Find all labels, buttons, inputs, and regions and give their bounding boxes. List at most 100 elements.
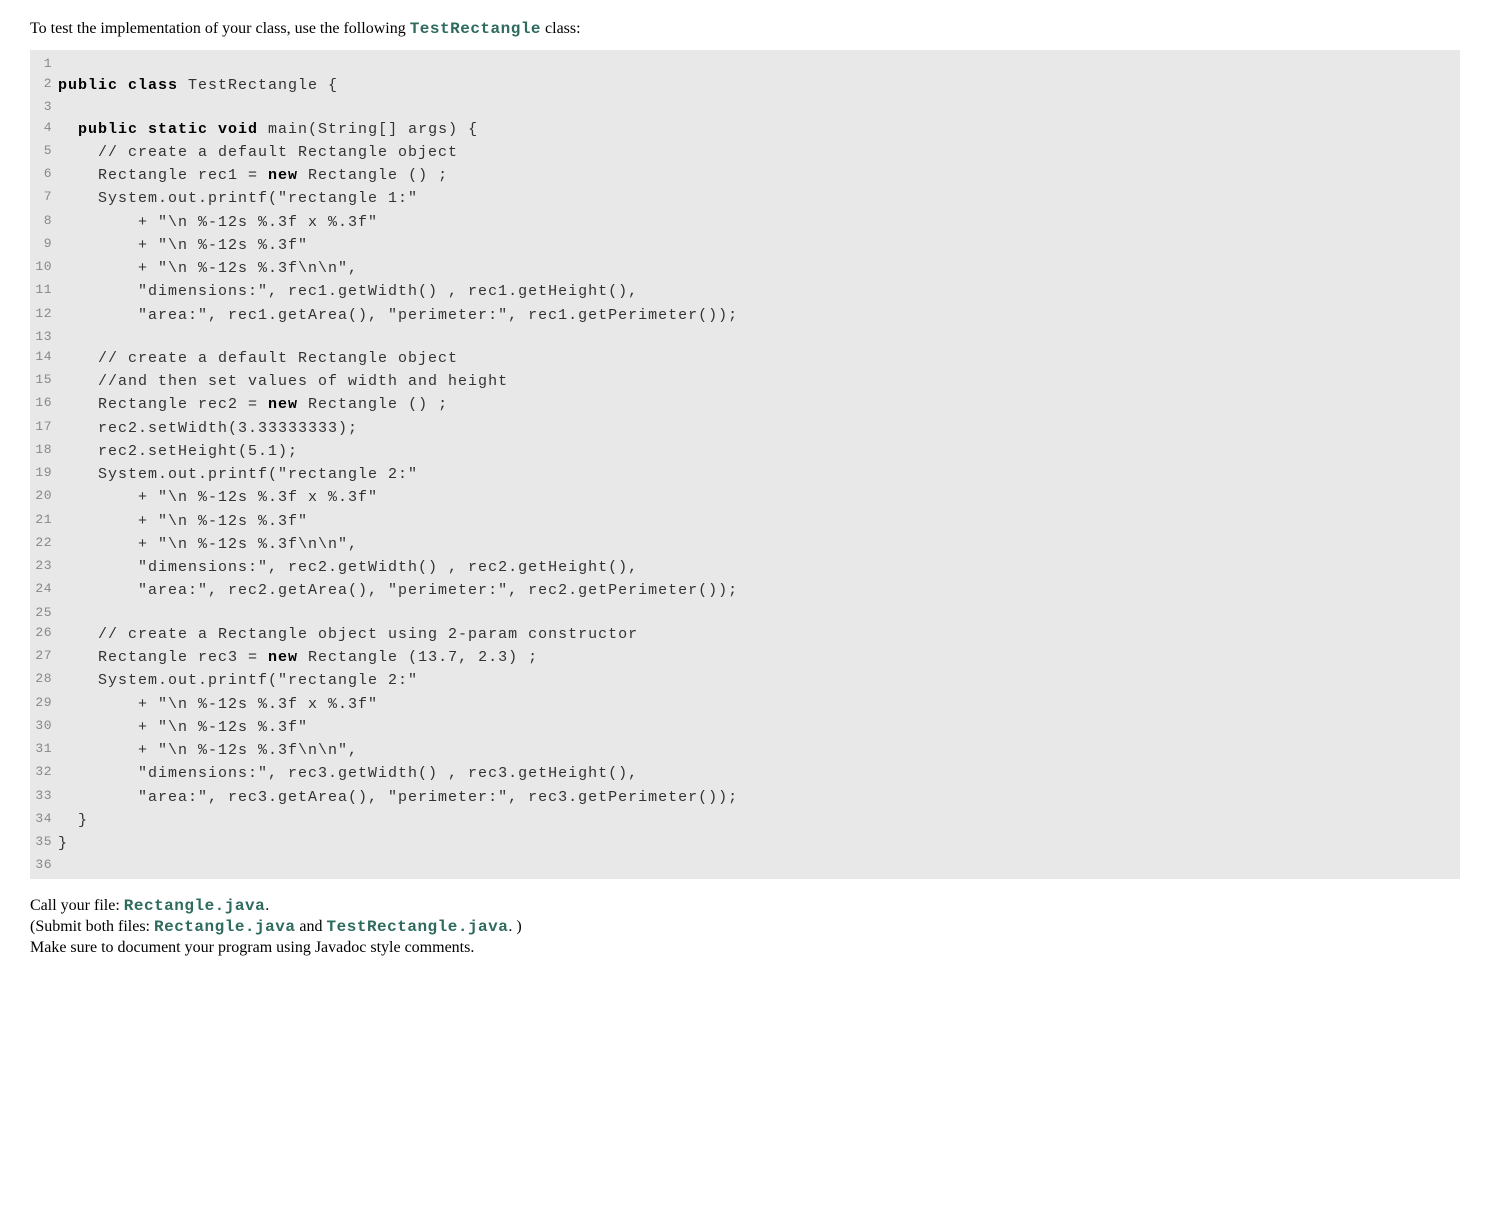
code-content [58, 54, 1460, 74]
code-line: 22 + "\n %-12s %.3f\n\n", [30, 533, 1460, 556]
code-line: 7 System.out.printf("rectangle 1:" [30, 187, 1460, 210]
code-content [58, 327, 1460, 347]
code-line: 9 + "\n %-12s %.3f" [30, 234, 1460, 257]
code-line: 28 System.out.printf("rectangle 2:" [30, 669, 1460, 692]
code-line: 1 [30, 54, 1460, 74]
line-number: 11 [30, 280, 58, 303]
line-number: 5 [30, 141, 58, 164]
code-content: } [58, 809, 1460, 832]
code-line: 19 System.out.printf("rectangle 2:" [30, 463, 1460, 486]
code-content: "dimensions:", rec2.getWidth() , rec2.ge… [58, 556, 1460, 579]
code-line: 35} [30, 832, 1460, 855]
outro-line2-suffix: . ) [508, 918, 521, 935]
code-line: 26 // create a Rectangle object using 2-… [30, 623, 1460, 646]
line-number: 12 [30, 304, 58, 327]
code-content [58, 97, 1460, 117]
code-content: // create a default Rectangle object [58, 141, 1460, 164]
outro-line3: Make sure to document your program using… [30, 939, 1460, 957]
intro-text: To test the implementation of your class… [30, 20, 1460, 38]
outro-line2-file1: Rectangle.java [154, 918, 295, 936]
code-content: Rectangle rec3 = new Rectangle (13.7, 2.… [58, 646, 1460, 669]
code-line: 16 Rectangle rec2 = new Rectangle () ; [30, 393, 1460, 416]
code-content: + "\n %-12s %.3f\n\n", [58, 257, 1460, 280]
line-number: 21 [30, 510, 58, 533]
line-number: 25 [30, 603, 58, 623]
code-line: 6 Rectangle rec1 = new Rectangle () ; [30, 164, 1460, 187]
line-number: 34 [30, 809, 58, 832]
line-number: 28 [30, 669, 58, 692]
code-content: System.out.printf("rectangle 2:" [58, 669, 1460, 692]
line-number: 23 [30, 556, 58, 579]
intro-classname: TestRectangle [410, 20, 541, 38]
code-content: "area:", rec2.getArea(), "perimeter:", r… [58, 579, 1460, 602]
code-line: 3 [30, 97, 1460, 117]
intro-suffix: class: [541, 20, 581, 37]
line-number: 1 [30, 54, 58, 74]
line-number: 27 [30, 646, 58, 669]
code-line: 27 Rectangle rec3 = new Rectangle (13.7,… [30, 646, 1460, 669]
line-number: 32 [30, 762, 58, 785]
line-number: 33 [30, 786, 58, 809]
line-number: 19 [30, 463, 58, 486]
code-content: + "\n %-12s %.3f x %.3f" [58, 211, 1460, 234]
code-line: 32 "dimensions:", rec3.getWidth() , rec3… [30, 762, 1460, 785]
code-line: 20 + "\n %-12s %.3f x %.3f" [30, 486, 1460, 509]
line-number: 14 [30, 347, 58, 370]
line-number: 22 [30, 533, 58, 556]
code-line: 29 + "\n %-12s %.3f x %.3f" [30, 693, 1460, 716]
code-line: 23 "dimensions:", rec2.getWidth() , rec2… [30, 556, 1460, 579]
code-content: System.out.printf("rectangle 1:" [58, 187, 1460, 210]
line-number: 16 [30, 393, 58, 416]
code-content: System.out.printf("rectangle 2:" [58, 463, 1460, 486]
code-content: //and then set values of width and heigh… [58, 370, 1460, 393]
code-line: 21 + "\n %-12s %.3f" [30, 510, 1460, 533]
code-content: "area:", rec3.getArea(), "perimeter:", r… [58, 786, 1460, 809]
code-line: 33 "area:", rec3.getArea(), "perimeter:"… [30, 786, 1460, 809]
line-number: 13 [30, 327, 58, 347]
code-line: 5 // create a default Rectangle object [30, 141, 1460, 164]
line-number: 7 [30, 187, 58, 210]
line-number: 18 [30, 440, 58, 463]
code-line: 25 [30, 603, 1460, 623]
code-content: // create a default Rectangle object [58, 347, 1460, 370]
outro-line1: Call your file: Rectangle.java. [30, 897, 1460, 915]
outro-text: Call your file: Rectangle.java. (Submit … [30, 897, 1460, 957]
code-content: Rectangle rec1 = new Rectangle () ; [58, 164, 1460, 187]
line-number: 6 [30, 164, 58, 187]
outro-line2-mid: and [295, 918, 326, 935]
outro-line1-suffix: . [265, 897, 269, 914]
code-line: 18 rec2.setHeight(5.1); [30, 440, 1460, 463]
code-content: + "\n %-12s %.3f" [58, 510, 1460, 533]
outro-line2-prefix: (Submit both files: [30, 918, 154, 935]
code-content: "dimensions:", rec1.getWidth() , rec1.ge… [58, 280, 1460, 303]
line-number: 4 [30, 118, 58, 141]
line-number: 2 [30, 74, 58, 97]
code-content: + "\n %-12s %.3f" [58, 234, 1460, 257]
code-content: "area:", rec1.getArea(), "perimeter:", r… [58, 304, 1460, 327]
code-line: 15 //and then set values of width and he… [30, 370, 1460, 393]
outro-line1-prefix: Call your file: [30, 897, 124, 914]
code-content: Rectangle rec2 = new Rectangle () ; [58, 393, 1460, 416]
code-line: 2public class TestRectangle { [30, 74, 1460, 97]
code-content: + "\n %-12s %.3f\n\n", [58, 533, 1460, 556]
line-number: 36 [30, 855, 58, 875]
code-line: 34 } [30, 809, 1460, 832]
code-line: 12 "area:", rec1.getArea(), "perimeter:"… [30, 304, 1460, 327]
code-line: 13 [30, 327, 1460, 347]
line-number: 15 [30, 370, 58, 393]
code-content: "dimensions:", rec3.getWidth() , rec3.ge… [58, 762, 1460, 785]
code-line: 31 + "\n %-12s %.3f\n\n", [30, 739, 1460, 762]
code-line: 30 + "\n %-12s %.3f" [30, 716, 1460, 739]
code-content: // create a Rectangle object using 2-par… [58, 623, 1460, 646]
code-line: 8 + "\n %-12s %.3f x %.3f" [30, 211, 1460, 234]
code-content: + "\n %-12s %.3f x %.3f" [58, 486, 1460, 509]
code-content: + "\n %-12s %.3f\n\n", [58, 739, 1460, 762]
code-block: 12public class TestRectangle {34 public … [30, 50, 1460, 879]
code-content: public static void main(String[] args) { [58, 118, 1460, 141]
code-line: 11 "dimensions:", rec1.getWidth() , rec1… [30, 280, 1460, 303]
outro-line2: (Submit both files: Rectangle.java and T… [30, 918, 1460, 936]
line-number: 10 [30, 257, 58, 280]
line-number: 26 [30, 623, 58, 646]
code-line: 14 // create a default Rectangle object [30, 347, 1460, 370]
line-number: 3 [30, 97, 58, 117]
